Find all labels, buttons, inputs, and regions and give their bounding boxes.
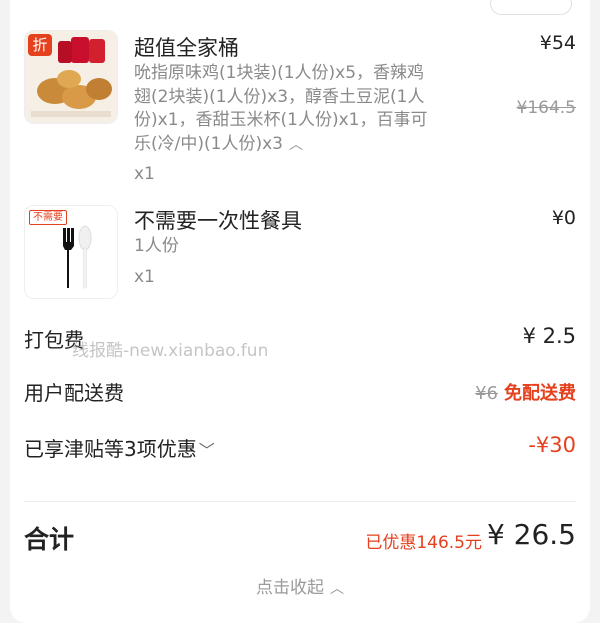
item-quantity: x1 (134, 267, 155, 287)
delivery-original-fee: ¥6 (475, 383, 498, 404)
delivery-fee-label: 用户配送费 (24, 381, 124, 405)
order-item-no-utensils[interactable]: 不需要 不需要一次性餐具 ¥0 1人份 x1 (24, 205, 576, 305)
packing-fee-value: ¥ 2.5 (522, 324, 576, 348)
order-item-family-bucket[interactable]: 折 超值全家桶 ¥54 吮指原味鸡(1块装)(1人份)x5，香辣鸡 翅(2块装)… (24, 30, 576, 190)
top-button-edge[interactable] (490, 0, 572, 15)
no-need-badge: 不需要 (29, 210, 67, 225)
discount-row[interactable]: 已享津贴等3项优惠 ﹀ -¥30 (24, 433, 576, 463)
collapse-button[interactable]: 点击收起 ︿ (0, 573, 600, 598)
item-price: ¥0 (551, 207, 576, 229)
desc-line: 吮指原味鸡(1块装)(1人份)x5，香辣鸡 (134, 63, 425, 83)
discount-badge: 折 (28, 34, 52, 56)
delivery-fee-value: ¥6 免配送费 (475, 379, 576, 405)
discount-value: -¥30 (528, 433, 576, 457)
desc-line: 翅(2块装)(1人份)x3，醇香土豆泥(1人 (134, 86, 425, 107)
collapse-label: 点击收起 (256, 578, 324, 598)
desc-line: 份)x1，香甜玉米杯(1人份)x1，百事可 (134, 110, 428, 130)
total-saved: 已优惠146.5元 (365, 533, 482, 553)
total-label: 合计 (24, 525, 75, 554)
item-original-price: ¥164.5 (516, 98, 576, 118)
watermark: 线报酷-new.xianbao.fun (72, 341, 269, 361)
total-amount: ¥ 26.5 (486, 518, 576, 551)
delivery-fee-row: 用户配送费 ¥6 免配送费 (24, 377, 576, 407)
item-quantity: x1 (134, 164, 155, 184)
total-row: 合计 已优惠146.5元 ¥ 26.5 (24, 518, 576, 556)
item-description: 吮指原味鸡(1块装)(1人份)x5，香辣鸡 翅(2块装)(1人份)x3，醇香土豆… (134, 62, 464, 157)
family-bucket-image: 折 (24, 30, 118, 124)
item-name: 超值全家桶 (134, 36, 239, 60)
chevron-up-icon[interactable]: ︿ (289, 134, 303, 158)
item-price: ¥54 (539, 32, 576, 54)
chevron-up-icon: ︿ (330, 581, 344, 597)
divider (24, 501, 576, 502)
utensils-image: 不需要 (24, 205, 118, 299)
free-delivery-text: 免配送费 (504, 383, 576, 404)
item-description: 1人份 (134, 236, 179, 256)
item-name: 不需要一次性餐具 (134, 209, 302, 233)
discount-label[interactable]: 已享津贴等3项优惠 ﹀ (24, 433, 215, 462)
desc-line: 乐(冷/中)(1人份)x3 ︿ (134, 133, 464, 158)
chevron-down-icon[interactable]: ﹀ (199, 437, 215, 461)
